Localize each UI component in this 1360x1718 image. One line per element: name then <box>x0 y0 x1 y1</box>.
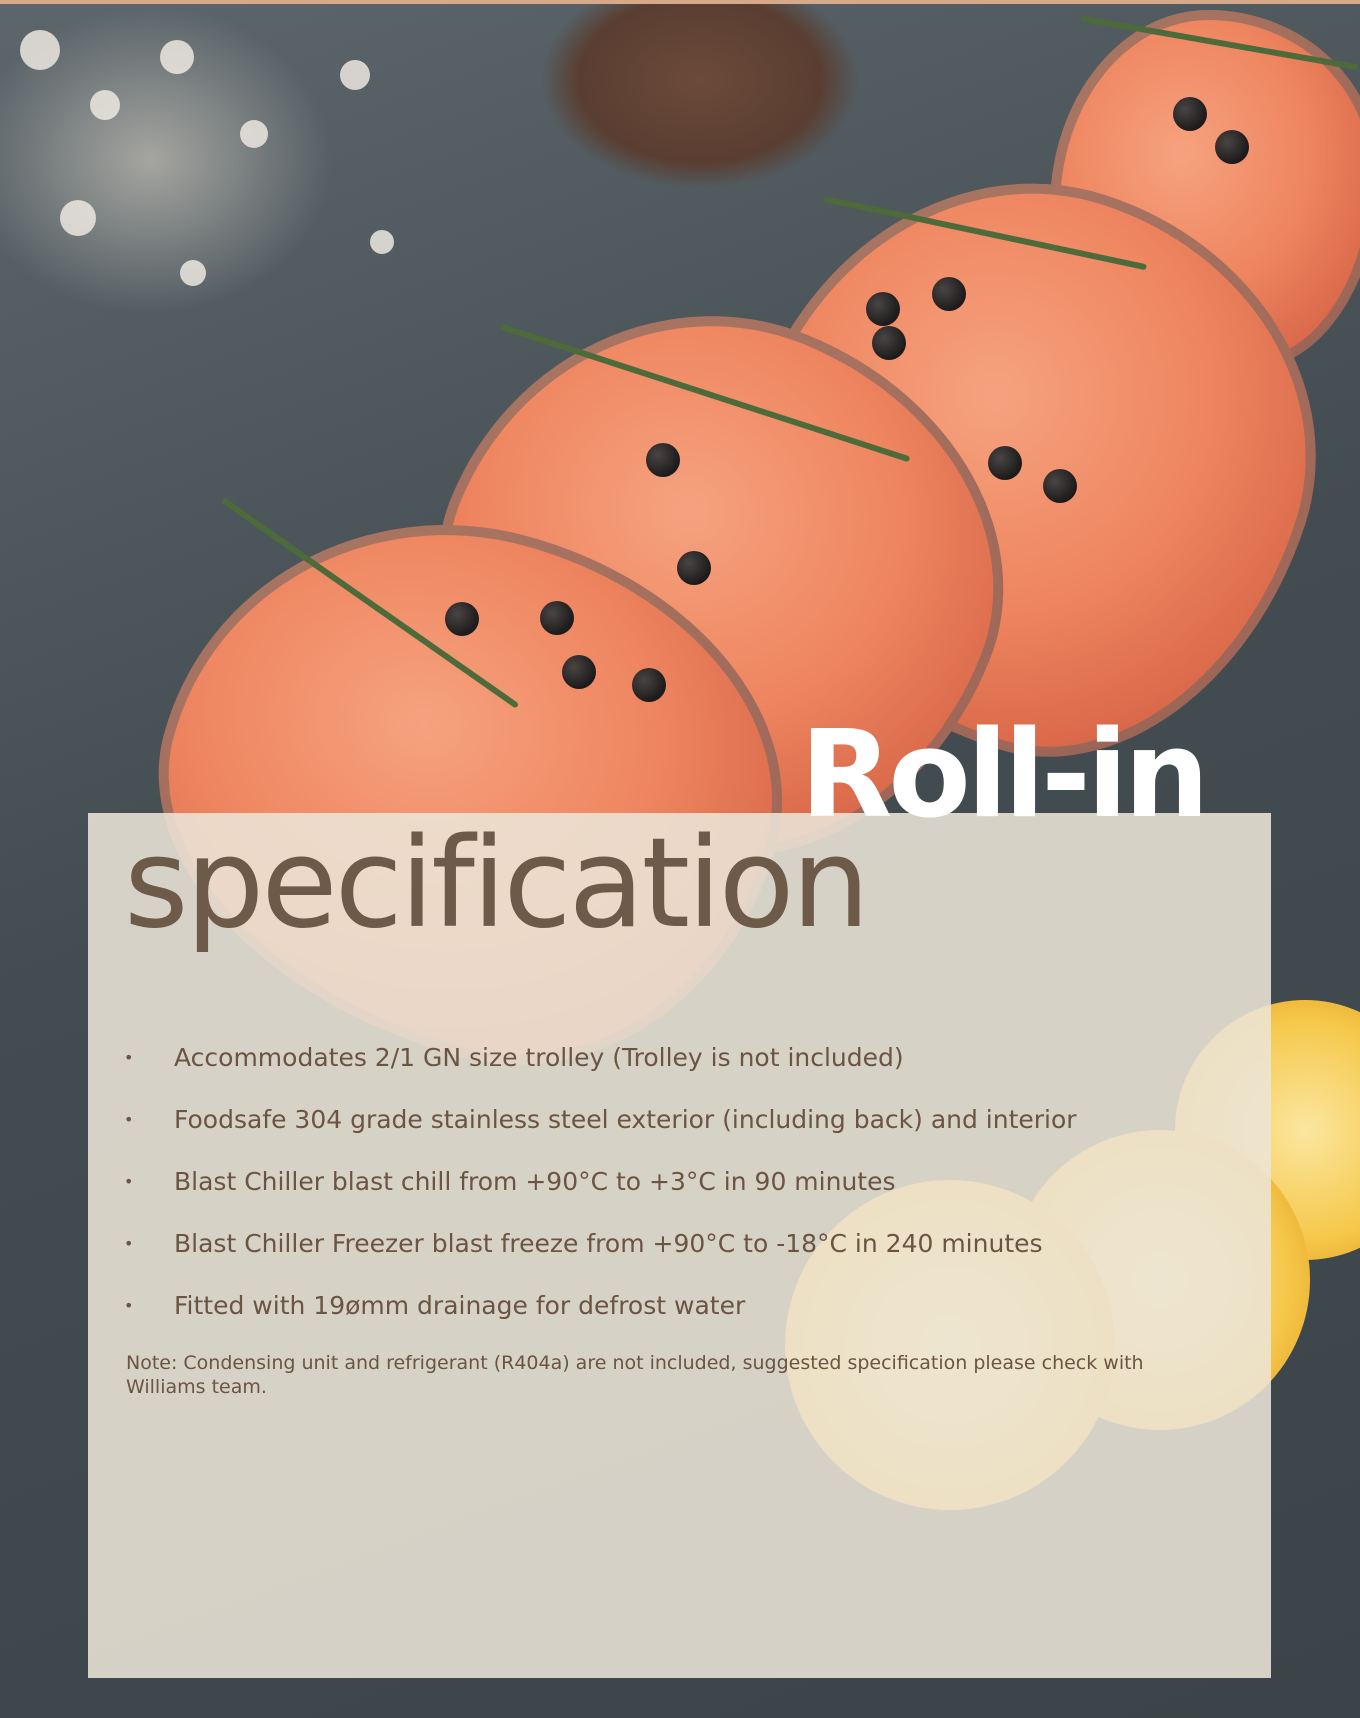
peppercorn <box>445 602 479 636</box>
bullet-marker: • <box>124 1296 134 1315</box>
bullet-marker: • <box>124 1234 134 1253</box>
bullet-marker: • <box>124 1048 134 1067</box>
peppercorn <box>872 326 906 360</box>
bullet-marker: • <box>124 1110 134 1129</box>
flower-decoration <box>370 230 394 254</box>
list-item-text: Accommodates 2/1 GN size trolley (Trolle… <box>174 1043 904 1072</box>
peppercorn <box>540 601 574 635</box>
peppercorn <box>646 443 680 477</box>
list-item-text: Fitted with 19ømm drainage for defrost w… <box>174 1291 746 1320</box>
peppercorn <box>988 446 1022 480</box>
peppercorn <box>1043 469 1077 503</box>
flower-decoration <box>20 30 60 70</box>
footnote: Note: Condensing unit and refrigerant (R… <box>126 1352 1144 1398</box>
flower-decoration <box>60 200 96 236</box>
flower-decoration <box>160 40 194 74</box>
peppercorn <box>932 277 966 311</box>
list-item-text: Blast Chiller Freezer blast freeze from … <box>174 1229 1043 1258</box>
flower-decoration <box>240 120 268 148</box>
list-item: • Blast Chiller Freezer blast freeze from… <box>124 1224 1244 1286</box>
flower-decoration <box>90 90 120 120</box>
list-item: • Fitted with 19ømm drainage for defrost … <box>124 1286 1244 1348</box>
flower-decoration <box>180 260 206 286</box>
peppercorn <box>632 668 666 702</box>
top-accent-strip <box>0 0 1360 4</box>
heading-specification: specification <box>124 812 870 956</box>
bullet-marker: • <box>124 1172 134 1191</box>
peppercorn <box>677 551 711 585</box>
flower-decoration <box>340 60 370 90</box>
peppercorn <box>866 292 900 326</box>
peppercorn <box>1215 130 1249 164</box>
list-item: • Foodsafe 304 grade stainless steel exte… <box>124 1100 1244 1162</box>
peppercorn <box>1173 97 1207 131</box>
specification-list: • Accommodates 2/1 GN size trolley (Troll… <box>124 1038 1244 1348</box>
list-item-text: Foodsafe 304 grade stainless steel exter… <box>174 1105 1077 1134</box>
list-item: • Blast Chiller blast chill from +90°C to… <box>124 1162 1244 1224</box>
list-item: • Accommodates 2/1 GN size trolley (Troll… <box>124 1038 1244 1100</box>
peppercorn <box>562 655 596 689</box>
list-item-text: Blast Chiller blast chill from +90°C to … <box>174 1167 896 1196</box>
